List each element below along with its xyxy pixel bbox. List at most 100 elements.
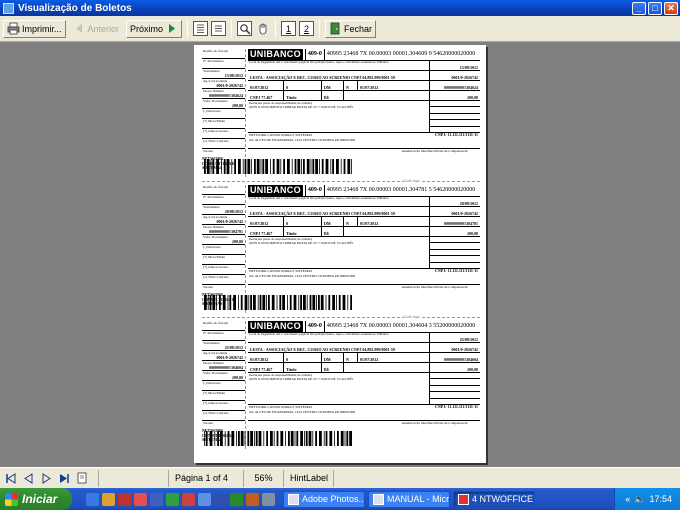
- recibo-due: Vencimento 15/08/2012: [202, 69, 245, 79]
- row-documento: 01/07/2012 0 DM N 01/07/2012 00000000001…: [248, 353, 480, 363]
- status-bar: Página 1 of 4 56% HintLabel: [0, 467, 680, 488]
- especie-doc: DM: [322, 81, 344, 90]
- close-window-button[interactable]: ✕: [664, 1, 678, 15]
- bank-code: 409-0: [304, 321, 325, 332]
- prev-page-button[interactable]: [21, 471, 36, 486]
- utility-icon[interactable]: [262, 492, 275, 506]
- app-icon: [3, 2, 14, 14]
- nosso-numero: 00000000001304604: [444, 357, 478, 362]
- cedente: LESTA - ASSOCIAÇÃO E REC. CURSO AO SCREE…: [248, 71, 430, 80]
- uso-banco: CNPJ 77.467: [248, 91, 284, 100]
- recibo-cobrado: (=) Valor Cobrado: [202, 275, 245, 285]
- next-page-icon: [42, 472, 51, 484]
- recibo-outros: (+) Outros Acrésc.: [202, 265, 245, 275]
- clock: 17:54: [649, 494, 672, 504]
- task-ntwoffice[interactable]: 4 NTWOFFICE ▾: [453, 490, 535, 508]
- recibo-nosso: Nosso Número 00000000001304624: [202, 89, 245, 99]
- last-page-button[interactable]: [57, 471, 72, 486]
- local-pagamento: Local do Pagamento Até o vencimento pagá…: [248, 197, 430, 206]
- first-page-button[interactable]: [3, 471, 18, 486]
- bank-logo: UNIBANCO: [248, 49, 303, 60]
- recibo-value: Valor Documento 200,00: [202, 99, 245, 109]
- boleto: Recibo do Sacado Nº Documento Vencimento…: [202, 49, 480, 177]
- vencimento: 25/08/2012: [459, 337, 478, 342]
- quantidade: [344, 363, 430, 372]
- row-cedente: LESTA - ASSOCIAÇÃO E REC. CURSO AO SCREE…: [248, 207, 480, 217]
- maximize-button[interactable]: □: [648, 1, 662, 15]
- task-adobe-photoshop[interactable]: Adobe Photos...: [283, 490, 365, 508]
- recibo-value: Valor Documento 200,00: [202, 235, 245, 245]
- aceite: N: [344, 353, 358, 362]
- minimize-button[interactable]: _: [632, 1, 646, 15]
- numero-documento: 0: [284, 81, 322, 90]
- explorer-icon[interactable]: [198, 492, 211, 506]
- app-icon[interactable]: [134, 492, 147, 506]
- especie-doc: DM: [322, 217, 344, 226]
- hint-label: HintLabel: [283, 469, 333, 487]
- data-documento: 01/07/2012: [248, 353, 284, 362]
- chat-icon[interactable]: [166, 492, 179, 506]
- recibo-outros: (+) Outros Acrésc.: [202, 401, 245, 411]
- status-filler: [333, 469, 680, 487]
- arrow-left-icon[interactable]: «: [625, 494, 630, 504]
- export-button[interactable]: [75, 471, 90, 486]
- toolbar-separator: [319, 19, 321, 38]
- zoom-icon[interactable]: [237, 21, 253, 36]
- nosso-numero: 00000000001304624: [444, 85, 478, 90]
- hand-icon[interactable]: [255, 21, 270, 36]
- word-icon[interactable]: [214, 492, 227, 506]
- toolbar: Imprimir... Anterior Próximo 1 2 Fechar: [0, 16, 680, 42]
- toolbar-separator: [187, 19, 189, 38]
- cut-line: Corte Aqui: [202, 315, 480, 319]
- ficha-compensacao: UNIBANCO 409-0 40995 23468 7X 00.00003 0…: [248, 49, 480, 177]
- folder-icon[interactable]: [102, 492, 115, 506]
- close-button[interactable]: Fechar: [325, 19, 377, 38]
- bank-logo: UNIBANCO: [248, 185, 303, 196]
- print-button[interactable]: Imprimir...: [3, 19, 66, 38]
- one-page-button[interactable]: 1: [281, 21, 297, 36]
- status-spacer: [98, 469, 168, 487]
- quantidade: [344, 227, 430, 236]
- task-manual-word[interactable]: MANUAL - Micr...: [368, 490, 450, 508]
- aceite: N: [344, 217, 358, 226]
- start-button[interactable]: Iniciar: [0, 488, 72, 510]
- data-documento: 01/07/2012: [248, 217, 284, 226]
- row-local: Local do Pagamento Até o vencimento pagá…: [248, 61, 480, 71]
- linha-digitavel: 40995 23468 7X 00.00003 00001.304609 9 5…: [326, 51, 476, 57]
- agencia-codigo: 0001/0-2026742: [451, 211, 478, 216]
- carteira: Título: [284, 91, 322, 100]
- instrucoes-valores: [430, 101, 480, 132]
- windows-flag-icon: [5, 492, 18, 506]
- linha-digitavel: 40995 23468 7X 00.00003 00001.304604 3 5…: [326, 323, 476, 329]
- page-view-icon[interactable]: [193, 21, 209, 36]
- volume-icon[interactable]: 🔈: [634, 494, 645, 505]
- mail-icon[interactable]: [150, 492, 163, 506]
- recibo-cobrado: (=) Valor Cobrado: [202, 139, 245, 149]
- excel-icon[interactable]: [230, 492, 243, 506]
- preview-area[interactable]: Recibo do Sacado Nº Documento Vencimento…: [0, 43, 680, 467]
- browser-icon[interactable]: [118, 492, 131, 506]
- moeda: R$: [322, 227, 344, 236]
- cut-line: Corte Aqui: [202, 179, 480, 183]
- instrucoes: Instruções (texto de responsabilidade do…: [248, 101, 480, 133]
- vencimento: 15/08/2012: [459, 65, 478, 70]
- ntwoffice-icon: [458, 493, 469, 505]
- tool-icon[interactable]: [246, 492, 259, 506]
- print-label: Imprimir...: [22, 23, 62, 34]
- bank-code: 409-0: [304, 185, 325, 196]
- desktop-icon[interactable]: [86, 492, 99, 506]
- recibo-agency: Ag./Cód.Cedente 0001/0-2026742: [202, 351, 245, 361]
- previous-button[interactable]: Anterior: [69, 20, 124, 38]
- valor-documento: 200,00: [467, 95, 478, 100]
- media-icon[interactable]: [182, 492, 195, 506]
- carteira: Título: [284, 227, 322, 236]
- agencia-codigo: 0001/0-2026742: [451, 75, 478, 80]
- agencia-codigo: 0001/0-2026742: [451, 347, 478, 352]
- toolbar-separator: [231, 19, 233, 38]
- toolbar-separator: [275, 19, 277, 38]
- page-width-icon[interactable]: [211, 21, 227, 36]
- next-page-button[interactable]: [39, 471, 54, 486]
- instrucoes-text: Instruções (texto de responsabilidade do…: [248, 237, 430, 268]
- next-button[interactable]: Próximo: [126, 19, 183, 38]
- two-page-button[interactable]: 2: [299, 21, 315, 36]
